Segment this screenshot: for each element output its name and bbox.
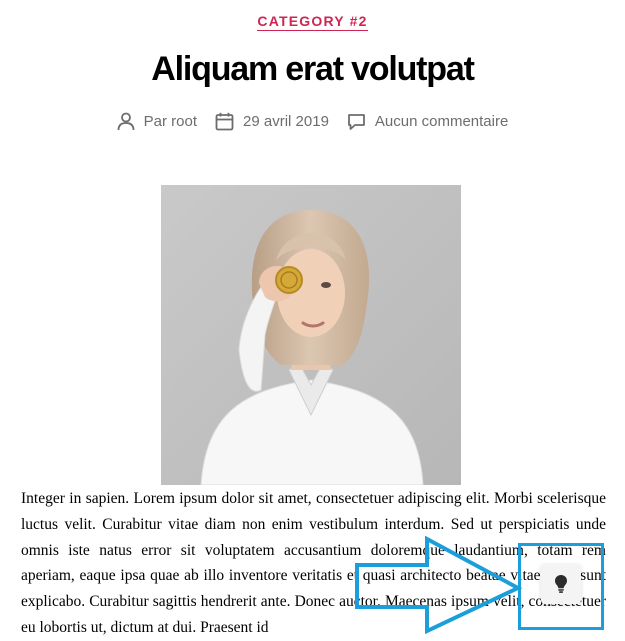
date-link[interactable]: 29 avril 2019 xyxy=(243,113,329,130)
post-comments: Aucun commentaire xyxy=(347,113,508,131)
featured-image xyxy=(161,185,461,485)
post-title: Aliquam erat volutpat xyxy=(151,50,475,88)
post-meta: Par root 29 avril 2019 Aucun commentaire xyxy=(0,112,625,131)
lightbulb-icon xyxy=(555,575,567,593)
comment-icon xyxy=(348,113,365,130)
post-category: CATEGORY #2 xyxy=(0,13,625,31)
post-author: Par root xyxy=(117,112,197,131)
author-link[interactable]: Par root xyxy=(144,113,197,130)
category-link[interactable]: CATEGORY #2 xyxy=(257,13,368,31)
comments-link[interactable]: Aucun commentaire xyxy=(375,113,508,130)
arrow-right-icon xyxy=(355,536,523,634)
post-date: 29 avril 2019 xyxy=(215,112,329,131)
person-icon xyxy=(117,112,135,131)
hint-button[interactable] xyxy=(541,564,581,604)
calendar-icon xyxy=(215,112,234,131)
